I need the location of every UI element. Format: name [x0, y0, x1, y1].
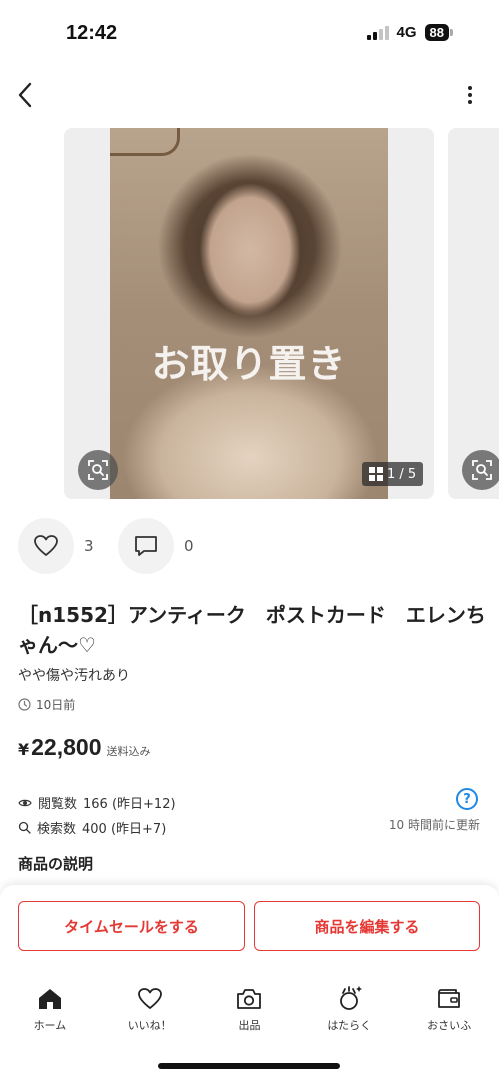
tab-label: ホーム [33, 1019, 67, 1032]
chevron-left-icon [18, 82, 32, 108]
item-title: ［n1552］アンティーク ポストカード エレンちゃん〜♡ [18, 603, 486, 657]
status-time: 12:42 [66, 22, 118, 44]
search-icon [18, 821, 31, 834]
image-counter: 1 / 5 [362, 462, 424, 486]
like-count: 3 [84, 537, 94, 555]
image-gallery[interactable]: お取り置き 1 / 5 [0, 128, 499, 500]
clock-icon [18, 698, 31, 711]
posted-time-text: 10日前 [36, 698, 76, 712]
comment-button[interactable] [118, 518, 174, 574]
lens-search-icon [88, 460, 108, 480]
description-heading: 商品の説明 [18, 855, 94, 873]
lens-search-icon [472, 460, 492, 480]
shipping-note: 送料込み [106, 745, 151, 758]
bottom-panel: タイムセールをする 商品を編集する ホーム いいね！ 出品 はたらく おさいふ [0, 885, 499, 1080]
photo-card[interactable]: お取り置き 1 / 5 [64, 128, 434, 499]
tab-label: おさいふ [427, 1019, 472, 1032]
item-photo[interactable]: お取り置き [110, 128, 388, 499]
grid-icon [369, 467, 383, 481]
search-label: 検索数 [37, 822, 77, 837]
views-label: 閲覧数 [38, 797, 78, 812]
tab-wallet[interactable]: おさいふ [399, 985, 499, 1045]
currency-symbol: ¥ [18, 740, 30, 759]
comment-count: 0 [184, 537, 194, 555]
tab-bar: ホーム いいね！ 出品 はたらく おさいふ [0, 985, 499, 1045]
more-dot-icon [468, 86, 472, 90]
item-actions: 3 0 [18, 518, 218, 574]
signal-icon [366, 25, 389, 40]
item-stats: 閲覧数 166 (昨日+12) 検索数 400 (昨日+7) ? 10 時間前に… [18, 788, 480, 840]
battery-level: 88 [424, 24, 449, 41]
photo-watermark: お取り置き [151, 342, 347, 386]
home-icon [38, 989, 61, 1009]
image-counter-text: 1 / 5 [387, 466, 417, 482]
views-row: 閲覧数 166 (昨日+12) [18, 790, 480, 815]
work-icon [340, 986, 363, 1010]
nav-bar [0, 72, 499, 118]
image-search-button[interactable] [78, 450, 118, 490]
time-sale-button[interactable]: タイムセールをする [18, 901, 245, 951]
price-row: ¥ 22,800 送料込み [18, 734, 151, 761]
views-value: 166 (昨日+12) [83, 797, 176, 812]
heart-icon [34, 535, 58, 556]
next-image-search-button[interactable] [462, 450, 499, 490]
tab-sell[interactable]: 出品 [200, 985, 300, 1045]
tab-home[interactable]: ホーム [0, 985, 100, 1045]
status-indicators: 4G 88 [366, 24, 453, 41]
back-button[interactable] [10, 78, 40, 112]
wallet-icon [438, 989, 460, 1008]
help-button[interactable]: ? [456, 788, 478, 810]
tab-label: 出品 [238, 1019, 261, 1032]
battery-icon: 88 [424, 24, 453, 41]
edit-item-button[interactable]: 商品を編集する [254, 901, 480, 951]
tab-label: はたらく [327, 1019, 372, 1032]
item-condition: やや傷や汚れあり [18, 668, 130, 684]
camera-icon [237, 989, 262, 1009]
tab-work[interactable]: はたらく [299, 985, 399, 1045]
network-type: 4G [396, 24, 417, 41]
tab-likes[interactable]: いいね！ [100, 985, 200, 1045]
tab-label: いいね！ [127, 1019, 172, 1032]
home-indicator [158, 1063, 340, 1069]
like-button[interactable] [18, 518, 74, 574]
more-options-button[interactable] [463, 80, 477, 110]
item-price: 22,800 [31, 734, 102, 760]
updated-time: 10 時間前に更新 [388, 818, 480, 832]
eye-icon [18, 799, 32, 806]
posted-time: 10日前 [18, 696, 75, 713]
photo-frame-ornament [110, 128, 180, 156]
next-photo-card[interactable] [448, 128, 499, 499]
comment-icon [135, 536, 157, 556]
heart-icon [137, 988, 162, 1009]
search-value: 400 (昨日+7) [82, 822, 167, 837]
status-bar: 12:42 4G 88 [0, 0, 499, 70]
